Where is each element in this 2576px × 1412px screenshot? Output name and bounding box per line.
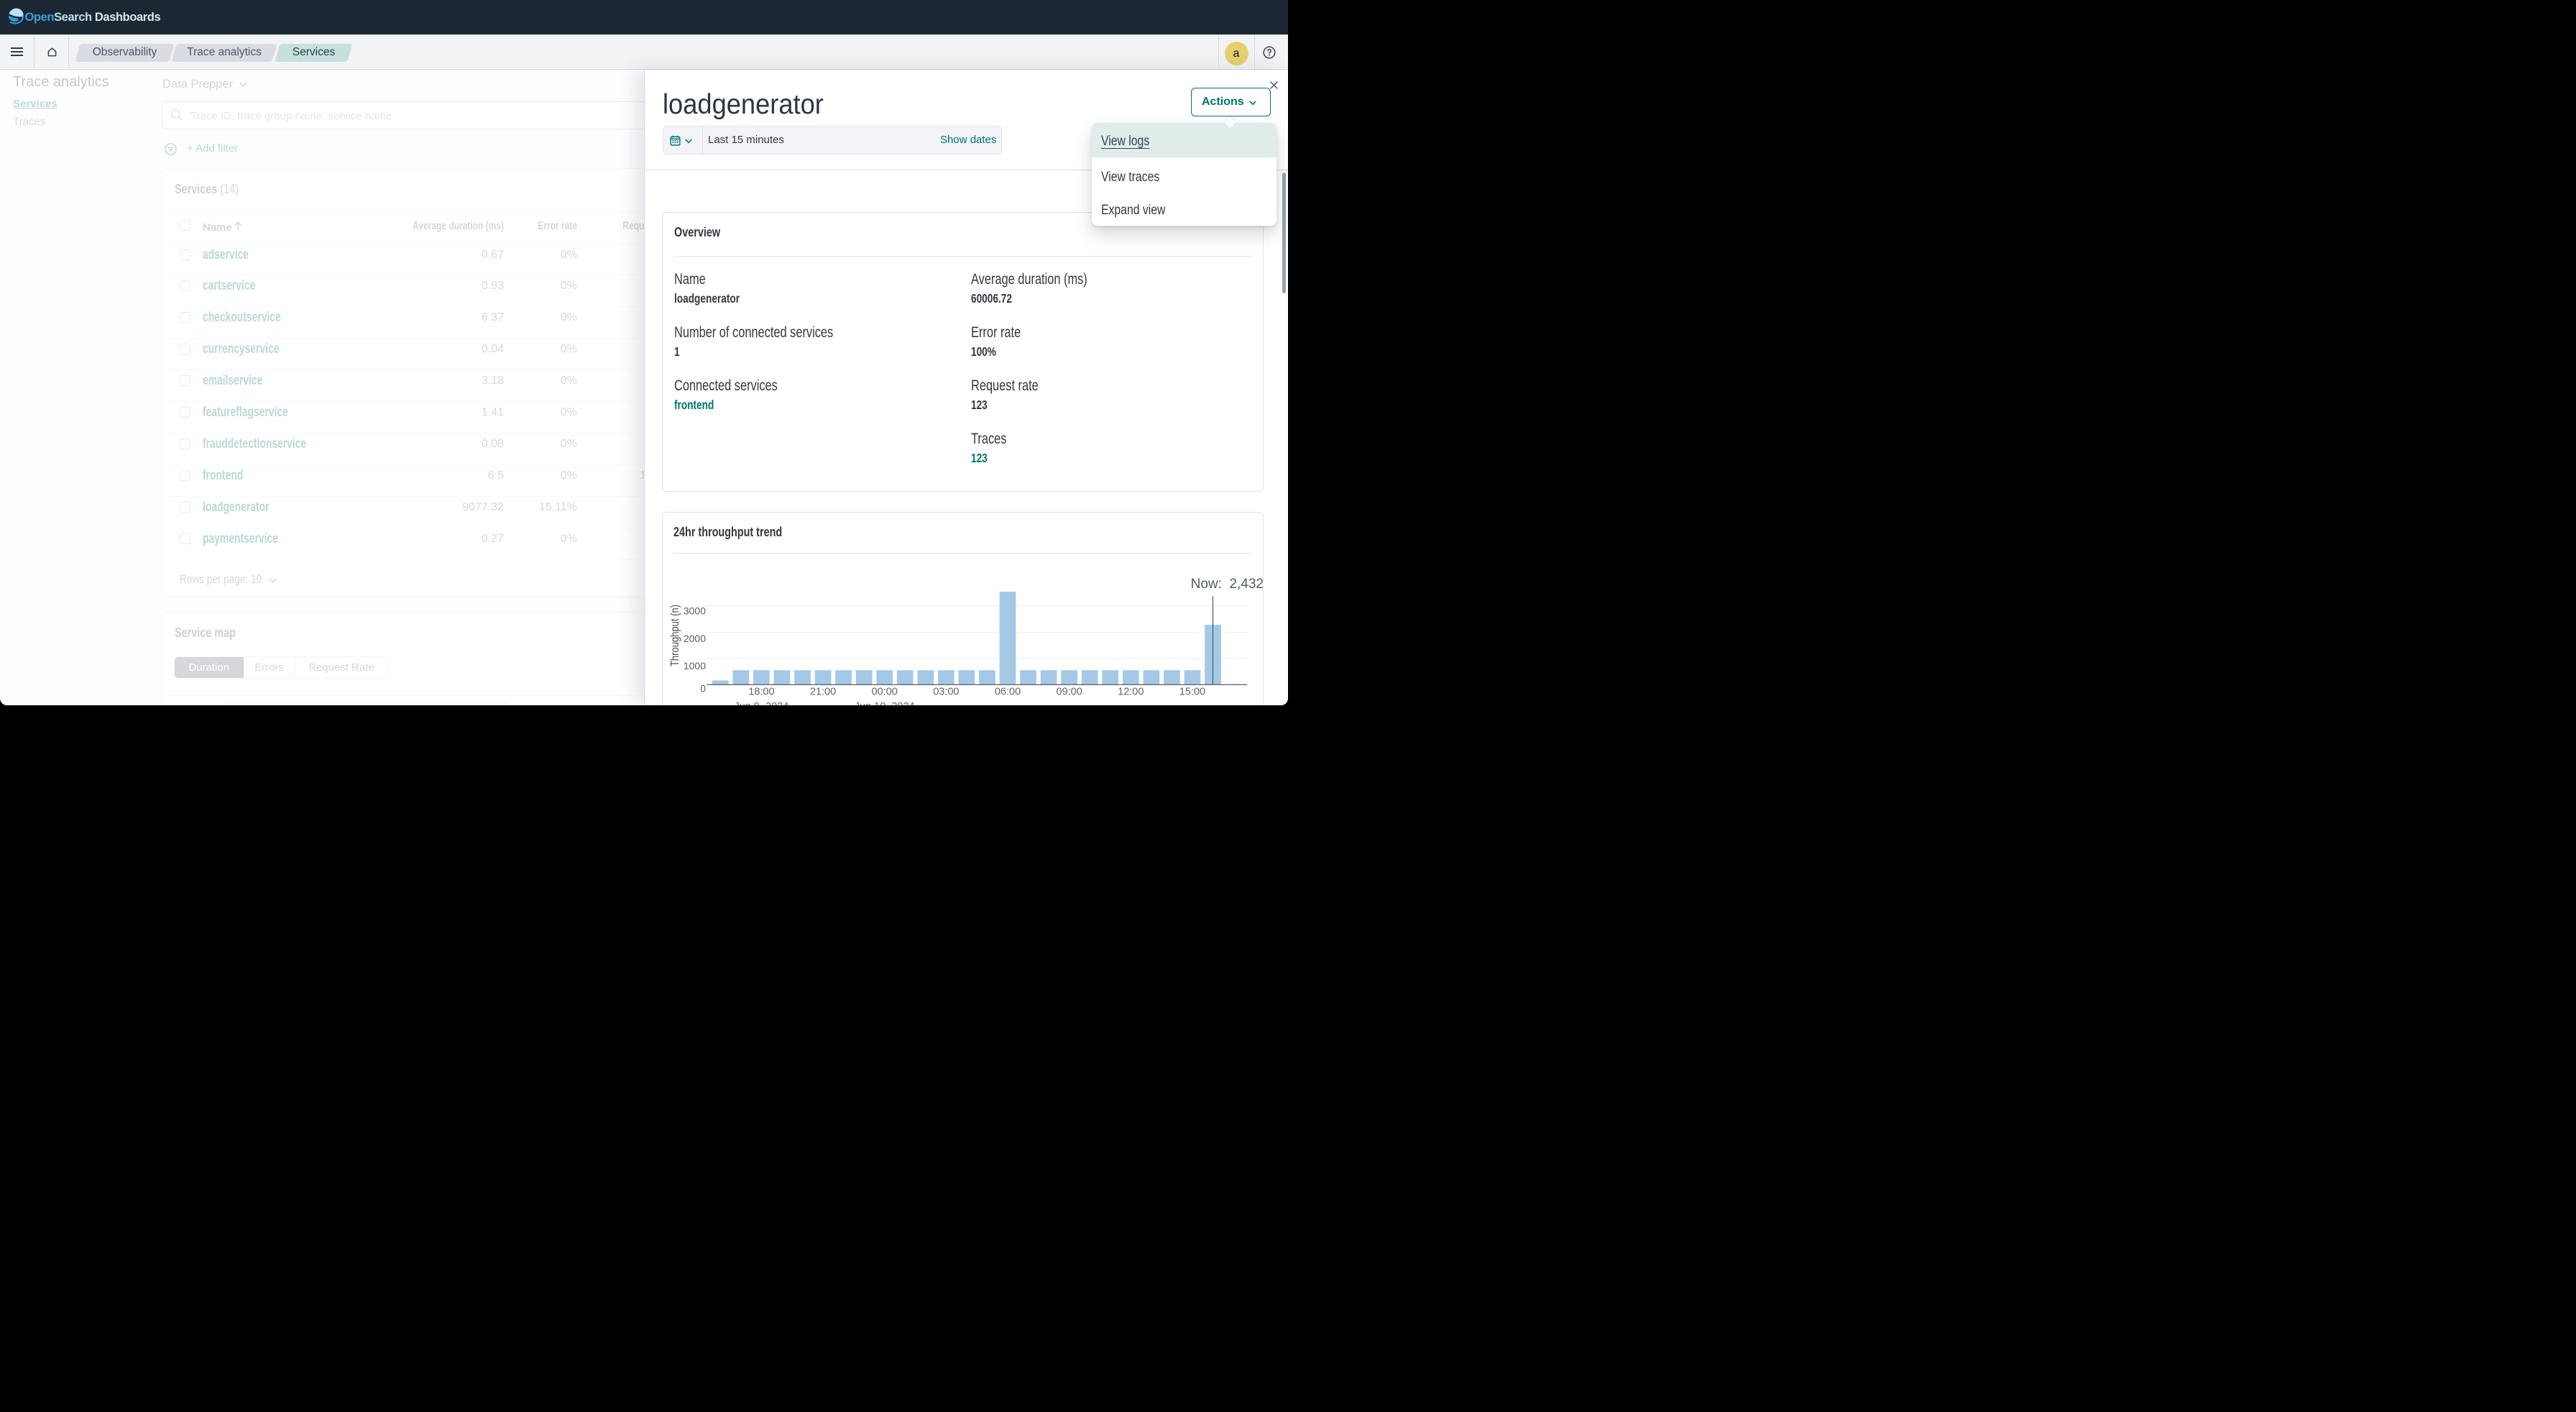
svg-text:09:00: 09:00	[1057, 687, 1082, 698]
svg-text:18:00: 18:00	[748, 687, 774, 698]
svg-text:Throughput (n): Throughput (n)	[669, 605, 681, 666]
svg-text:Jun 9, 2024: Jun 9, 2024	[735, 701, 789, 705]
svg-text:2000: 2000	[684, 633, 706, 644]
svg-text:3000: 3000	[684, 605, 706, 617]
svg-text:0: 0	[700, 683, 706, 694]
svg-text:Jun 10, 2024: Jun 10, 2024	[855, 701, 915, 705]
svg-text:12:00: 12:00	[1118, 687, 1144, 698]
svg-text:1000: 1000	[684, 660, 706, 671]
svg-text:21:00: 21:00	[810, 687, 836, 698]
svg-text:00:00: 00:00	[872, 687, 898, 698]
svg-text:Now: 2,432: Now: 2,432	[1191, 577, 1264, 592]
svg-text:15:00: 15:00	[1179, 687, 1205, 698]
svg-text:06:00: 06:00	[995, 687, 1021, 698]
svg-text:03:00: 03:00	[933, 687, 959, 698]
